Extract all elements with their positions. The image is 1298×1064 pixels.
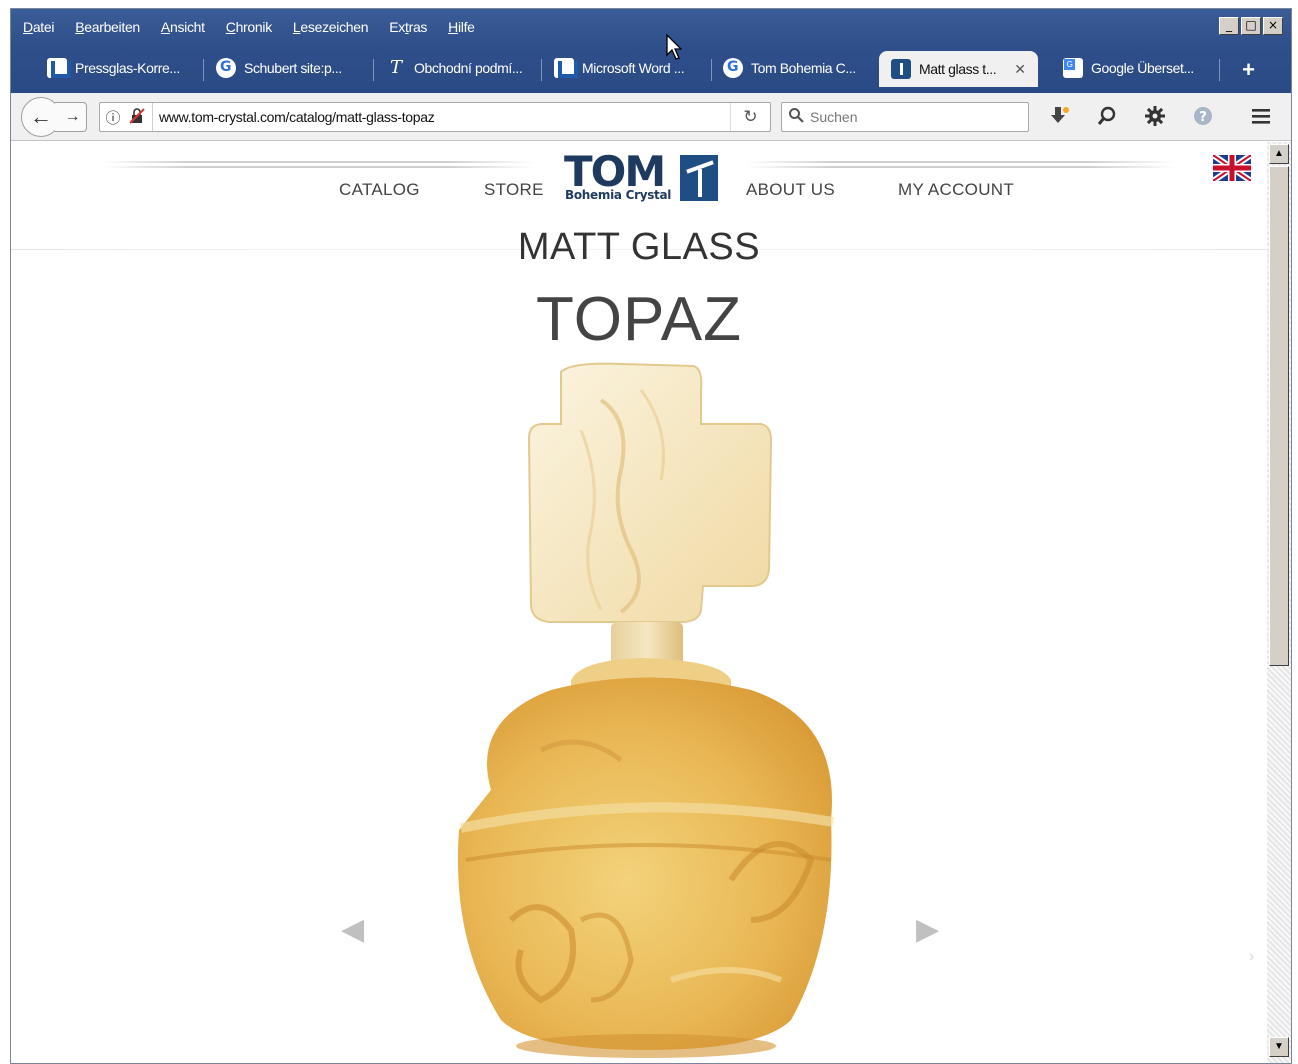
nav-store-link[interactable]: STORE [484, 180, 544, 200]
previous-image-arrow[interactable]: ◀ [341, 912, 364, 947]
gear-icon[interactable] [1141, 105, 1169, 133]
menu-chronik[interactable]: Chronik [226, 19, 272, 35]
header-rule-right [746, 161, 1176, 163]
google-translate-icon [1063, 58, 1083, 78]
tab-label: Schubert site:p... [244, 60, 342, 76]
logo-tagline: Bohemia Crystal [565, 188, 672, 202]
mouse-cursor-icon [666, 34, 682, 60]
tab-label: Pressglas-Korre... [75, 60, 180, 76]
menu-lesezeichen[interactable]: Lesezeichen [293, 19, 369, 35]
window-controls: _ □ × [1219, 17, 1283, 35]
category-title: MATT GLASS [517, 226, 761, 268]
tab-schubert[interactable]: Schubert site:p... [216, 52, 342, 84]
find-icon[interactable] [1093, 105, 1121, 133]
tab-separator [711, 59, 712, 81]
menu-datei[interactable]: Datei [23, 19, 54, 35]
nav-account-link[interactable]: MY ACCOUNT [898, 180, 1014, 200]
navigation-toolbar: ← → ⓘ www.tom-crystal.com/catalog/matt-g… [11, 93, 1291, 141]
forward-button[interactable]: → [55, 102, 87, 132]
tab-separator [1219, 59, 1220, 81]
header-rule-left [101, 161, 535, 163]
page-next-indicator-icon: › [1249, 948, 1255, 965]
tab-strip: Pressglas-Korre... Schubert site:p... Ob… [11, 49, 1291, 87]
google-icon [216, 58, 236, 78]
google-icon [723, 58, 743, 78]
new-tab-button[interactable]: + [1242, 57, 1255, 83]
search-placeholder: Suchen [810, 109, 858, 125]
scroll-thumb[interactable] [1269, 166, 1289, 666]
tab-google-translate[interactable]: Google Überset... [1063, 52, 1194, 84]
close-window-button[interactable]: × [1263, 17, 1283, 35]
download-icon[interactable] [1045, 105, 1073, 133]
tab-separator [373, 59, 374, 81]
tab-label: Tom Bohemia C... [751, 60, 856, 76]
menu-bar: Datei Bearbeiten Ansicht Chronik Lesezei… [11, 9, 1291, 45]
tab-microsoft-word[interactable]: Microsoft Word ... [554, 52, 685, 84]
u-icon [554, 58, 578, 78]
vertical-scrollbar[interactable]: ▲ ▼ [1267, 142, 1291, 1063]
menu-bearbeiten[interactable]: Bearbeiten [75, 19, 140, 35]
product-title: TOPAZ [536, 285, 742, 354]
header-rule-right [746, 166, 1176, 168]
nav-about-link[interactable]: ABOUT US [746, 180, 835, 200]
menu-hilfe[interactable]: Hilfe [448, 19, 475, 35]
info-icon[interactable]: ⓘ [100, 107, 126, 128]
reload-icon[interactable]: ↻ [730, 103, 770, 131]
page-viewport: CATALOG STORE ABOUT US MY ACCOUNT TOM Bo… [11, 142, 1267, 1063]
hamburger-menu-icon[interactable] [1247, 105, 1275, 133]
tab-label: Google Überset... [1091, 60, 1194, 76]
logo-mark-icon [680, 155, 718, 201]
tab-label: Obchodní podmí... [414, 60, 523, 76]
tab-tom-bohemia[interactable]: Tom Bohemia C... [723, 52, 856, 84]
site-logo[interactable]: TOM Bohemia Crystal [564, 147, 722, 205]
back-forward-group: ← → [21, 97, 87, 137]
u-icon [47, 58, 71, 78]
minimize-button[interactable]: _ [1219, 17, 1239, 35]
uk-flag-icon[interactable] [1213, 155, 1251, 181]
tab-label: Microsoft Word ... [582, 60, 685, 76]
next-image-arrow[interactable]: ▶ [916, 912, 939, 947]
search-input[interactable]: Suchen [781, 102, 1029, 132]
header-rule-left [101, 166, 535, 168]
url-divider [152, 103, 153, 131]
tab-label: Matt glass t... [919, 61, 997, 77]
tom-icon [891, 59, 911, 79]
scroll-up-button[interactable]: ▲ [1269, 144, 1289, 164]
menu-ansicht[interactable]: Ansicht [161, 19, 205, 35]
browser-window: Datei Bearbeiten Ansicht Chronik Lesezei… [10, 8, 1292, 1064]
tab-separator [541, 59, 542, 81]
t-icon [386, 57, 406, 78]
help-icon[interactable]: ? [1189, 105, 1217, 133]
menu-extras[interactable]: Extras [389, 19, 427, 35]
close-tab-icon[interactable]: ✕ [1014, 61, 1026, 78]
tab-obchodni[interactable]: Obchodní podmí... [386, 52, 523, 84]
product-image [457, 362, 834, 1058]
tab-pressglas[interactable]: Pressglas-Korre... [47, 52, 180, 84]
browser-titlebar: Datei Bearbeiten Ansicht Chronik Lesezei… [11, 9, 1291, 93]
mixed-content-icon[interactable] [126, 107, 148, 127]
tab-matt-glass[interactable]: Matt glass t... ✕ [879, 51, 1038, 87]
svg-text:?: ? [1199, 110, 1207, 125]
url-bar[interactable]: ⓘ www.tom-crystal.com/catalog/matt-glass… [99, 102, 771, 132]
url-text[interactable]: www.tom-crystal.com/catalog/matt-glass-t… [159, 109, 730, 125]
nav-catalog-link[interactable]: CATALOG [339, 180, 420, 200]
tab-separator [203, 59, 204, 81]
search-icon [782, 107, 810, 128]
scroll-down-button[interactable]: ▼ [1269, 1037, 1289, 1057]
maximize-button[interactable]: □ [1241, 17, 1261, 35]
